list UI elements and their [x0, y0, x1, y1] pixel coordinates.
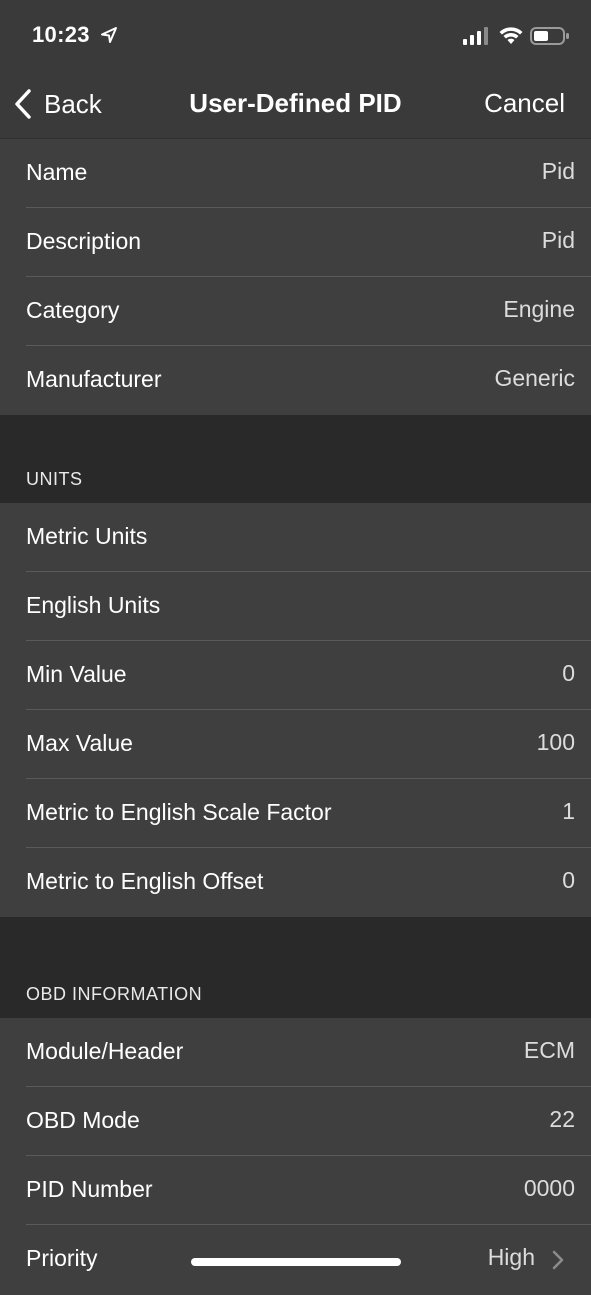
- name-row[interactable]: Name Pid: [0, 139, 591, 208]
- row-value: 100: [536, 729, 575, 755]
- battery-icon: [530, 27, 569, 45]
- row-label: Metric to English Offset: [26, 868, 264, 894]
- row-separator: [26, 1224, 591, 1225]
- obd-section-header: OBD INFORMATION: [0, 918, 591, 1018]
- location-arrow-icon: [101, 27, 117, 43]
- row-separator: [26, 640, 591, 641]
- row-separator: [26, 207, 591, 208]
- row-label: Metric Units: [26, 523, 148, 549]
- pid-number-row[interactable]: PID Number 0000: [0, 1155, 591, 1225]
- row-separator: [26, 1086, 591, 1087]
- row-label: PID Number: [26, 1176, 153, 1202]
- row-value: 1: [562, 798, 575, 824]
- row-label: Description: [26, 228, 142, 254]
- row-label: Metric to English Scale Factor: [26, 799, 332, 825]
- row-separator: [26, 778, 591, 779]
- general-section: Name Pid Description Pid Category Engine…: [0, 139, 591, 415]
- row-label: English Units: [26, 592, 161, 618]
- english-units-row[interactable]: English Units: [0, 571, 591, 641]
- manufacturer-row[interactable]: Manufacturer Generic: [0, 345, 591, 415]
- row-value: Engine: [503, 296, 575, 322]
- units-section: Metric Units English Units Min Value 0 M…: [0, 503, 591, 917]
- status-time: 10:23: [32, 22, 90, 47]
- min-value-row[interactable]: Min Value 0: [0, 640, 591, 710]
- section-header-label: OBD INFORMATION: [26, 984, 203, 1004]
- row-separator: [26, 1155, 591, 1156]
- row-label: Priority: [26, 1245, 98, 1271]
- status-bar: 10:23: [0, 0, 591, 70]
- row-separator: [26, 571, 591, 572]
- row-label: Min Value: [26, 661, 127, 687]
- row-separator: [26, 709, 591, 710]
- navigation-bar: Back User-Defined PID Cancel: [0, 70, 591, 139]
- row-label: Module/Header: [26, 1038, 184, 1064]
- cellular-signal-icon: [463, 27, 488, 45]
- row-value: Pid: [541, 158, 575, 184]
- description-row[interactable]: Description Pid: [0, 207, 591, 277]
- row-value: 0000: [523, 1175, 575, 1201]
- row-value: 0: [562, 660, 575, 686]
- units-section-header: UNITS: [0, 415, 591, 503]
- row-label: Name: [26, 159, 88, 185]
- row-value: High: [487, 1244, 535, 1270]
- row-label: Max Value: [26, 730, 133, 756]
- obd-mode-row[interactable]: OBD Mode 22: [0, 1086, 591, 1156]
- offset-row[interactable]: Metric to English Offset 0: [0, 847, 591, 917]
- row-separator: [26, 847, 591, 848]
- scale-factor-row[interactable]: Metric to English Scale Factor 1: [0, 778, 591, 848]
- row-value: 0: [562, 867, 575, 893]
- wifi-icon: [499, 27, 523, 44]
- home-indicator[interactable]: [191, 1258, 401, 1266]
- row-label: Manufacturer: [26, 366, 162, 392]
- chevron-right-icon: [552, 1250, 564, 1270]
- cancel-button[interactable]: Cancel: [484, 88, 565, 119]
- metric-units-row[interactable]: Metric Units: [0, 503, 591, 572]
- row-label: OBD Mode: [26, 1107, 140, 1133]
- module-header-row[interactable]: Module/Header ECM: [0, 1018, 591, 1087]
- row-separator: [26, 276, 591, 277]
- row-value: Pid: [541, 227, 575, 253]
- obd-section: Module/Header ECM OBD Mode 22 PID Number…: [0, 1018, 591, 1295]
- row-value: 22: [549, 1106, 575, 1132]
- row-value: ECM: [523, 1037, 575, 1063]
- row-label: Category: [26, 297, 120, 323]
- category-row[interactable]: Category Engine: [0, 276, 591, 346]
- section-header-label: UNITS: [26, 469, 83, 489]
- row-separator: [26, 345, 591, 346]
- row-value: Generic: [494, 365, 575, 391]
- max-value-row[interactable]: Max Value 100: [0, 709, 591, 779]
